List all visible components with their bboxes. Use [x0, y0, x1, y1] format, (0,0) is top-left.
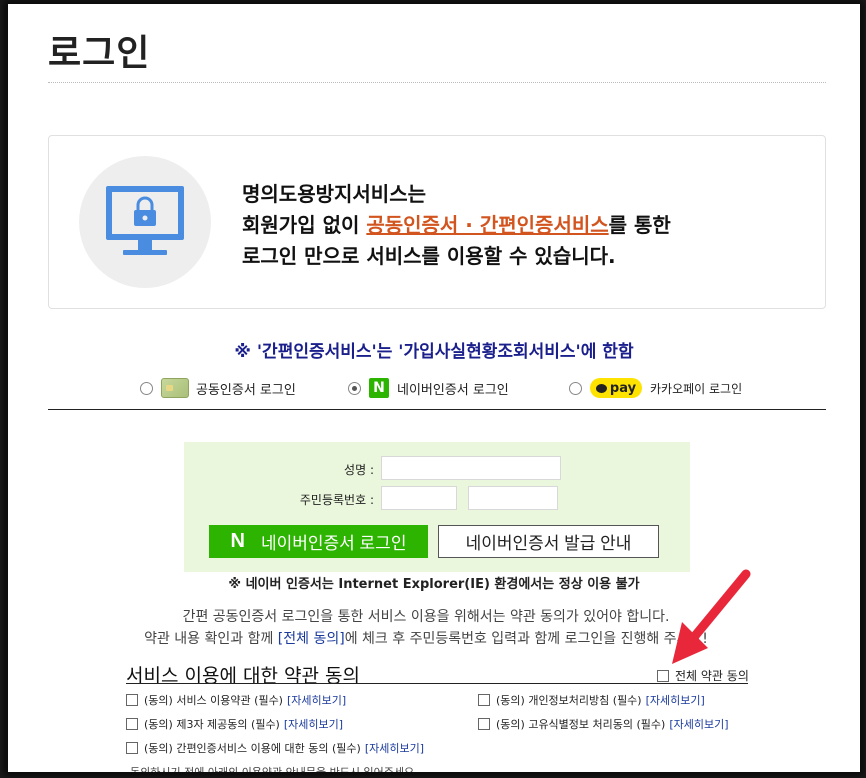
term-third-party-checkbox[interactable]	[126, 718, 138, 730]
info-line-2-post: 를 통한	[608, 213, 671, 237]
term-unique-id-label: (동의) 고유식별정보 처리동의 (필수)	[496, 718, 666, 731]
page-frame: 로그인 명의도용방지서비스는 회원가입 없이 공동인증서 · 간편인증서비스를 …	[8, 4, 860, 772]
naver-icon: N	[369, 378, 389, 398]
info-highlight: 공동인증서 · 간편인증서비스	[366, 213, 609, 237]
radio-kakaopay[interactable]	[569, 381, 582, 395]
radio-certificate[interactable]	[140, 381, 153, 395]
terms-description: 간편 공동인증서 로그인을 통한 서비스 이용을 위해서는 약관 동의가 있어야…	[126, 606, 726, 650]
terms-desc-line-2-pre: 약관 내용 확인과 함께	[144, 631, 278, 647]
info-line-2-pre: 회원가입 없이	[242, 213, 367, 237]
option-kakaopay-label: 카카오페이 로그인	[650, 381, 743, 396]
radio-naver[interactable]	[348, 381, 361, 395]
term-simple-auth[interactable]: (동의) 간편인증서비스 이용에 대한 동의 (필수) [자세히보기]	[126, 740, 424, 756]
term-unique-id-checkbox[interactable]	[478, 718, 490, 730]
section-divider	[48, 409, 826, 410]
option-certificate-label: 공동인증서 로그인	[196, 382, 296, 398]
info-line-3: 로그인 만으로 서비스를 이용할 수 있습니다.	[242, 244, 616, 268]
term-simple-auth-detail-link[interactable]: [자세히보기]	[365, 740, 424, 756]
naver-login-button-label: 네이버인증서 로그인	[260, 534, 407, 553]
red-arrow-icon	[672, 569, 751, 664]
option-naver-label: 네이버인증서 로그인	[397, 382, 509, 398]
terms-desc-line-1: 간편 공동인증서 로그인을 통한 서비스 이용을 위해서는 약관 동의가 있어야…	[182, 609, 670, 625]
naver-login-button[interactable]: N 네이버인증서 로그인	[209, 525, 428, 558]
term-privacy-detail-link[interactable]: [자세히보기]	[646, 692, 705, 708]
rrn-label: 주민등록번호 :	[299, 493, 374, 507]
term-simple-auth-checkbox[interactable]	[126, 742, 138, 754]
kakaopay-icon: pay	[590, 378, 642, 398]
info-box: 명의도용방지서비스는 회원가입 없이 공동인증서 · 간편인증서비스를 통한 로…	[48, 135, 826, 309]
title-divider	[48, 82, 826, 83]
term-privacy-checkbox[interactable]	[478, 694, 490, 706]
term-service[interactable]: (동의) 서비스 이용약관 (필수) [자세히보기]	[126, 692, 346, 708]
page-title: 로그인	[48, 33, 151, 74]
term-third-party-detail-link[interactable]: [자세히보기]	[284, 716, 343, 732]
monitor-lock-icon	[79, 156, 211, 288]
terms-cut-notice: 동의하시기 전에 아래의 이용약관 안내문을 반드시 읽어주세요.	[130, 764, 418, 772]
terms-desc-line-2-post: 에 체크 후 주민등록번호 입력과 함께 로그인을 진행해 주세요!	[344, 631, 708, 647]
option-naver-login[interactable]: N 네이버인증서 로그인	[348, 376, 509, 400]
term-third-party[interactable]: (동의) 제3자 제공동의 (필수) [자세히보기]	[126, 716, 343, 732]
info-line-1: 명의도용방지서비스는	[242, 182, 426, 206]
kakao-bubble-icon	[595, 383, 607, 393]
option-kakaopay-login[interactable]: pay 카카오페이 로그인	[569, 376, 742, 400]
name-input[interactable]	[381, 456, 561, 480]
term-unique-id[interactable]: (동의) 고유식별정보 처리동의 (필수) [자세히보기]	[478, 716, 729, 732]
terms-desc-line-2: 약관 내용 확인과 함께 [전체 동의]에 체크 후 주민등록번호 입력과 함께…	[126, 628, 726, 650]
naver-n-icon: N	[230, 530, 245, 552]
agree-all-link[interactable]: [전체 동의]	[278, 631, 345, 647]
certificate-card-icon	[161, 378, 189, 398]
term-simple-auth-label: (동의) 간편인증서비스 이용에 대한 동의 (필수)	[144, 742, 361, 755]
term-unique-id-detail-link[interactable]: [자세히보기]	[669, 716, 728, 732]
option-certificate-login[interactable]: 공동인증서 로그인	[140, 376, 296, 400]
login-method-options: 공동인증서 로그인 N 네이버인증서 로그인 pay 카카오페이 로그인	[48, 376, 826, 402]
term-service-label: (동의) 서비스 이용약관 (필수)	[144, 694, 283, 707]
simple-auth-notice: ※ '간편인증서비스'는 '가입사실현황조회서비스'에 한함	[234, 342, 634, 362]
name-label: 성명 :	[344, 463, 374, 477]
kakaopay-icon-text: pay	[609, 380, 637, 396]
term-third-party-label: (동의) 제3자 제공동의 (필수)	[144, 718, 280, 731]
naver-login-form: 성명 : 주민등록번호 : N 네이버인증서 로그인 네이버인증서 발급 안내	[184, 442, 690, 572]
rrn-second-input[interactable]	[468, 486, 558, 510]
naver-guide-button[interactable]: 네이버인증서 발급 안내	[438, 525, 659, 558]
term-privacy-label: (동의) 개인정보처리방침 (필수)	[496, 694, 642, 707]
term-privacy[interactable]: (동의) 개인정보처리방침 (필수) [자세히보기]	[478, 692, 705, 708]
term-service-detail-link[interactable]: [자세히보기]	[287, 692, 346, 708]
rrn-first-input[interactable]	[381, 486, 457, 510]
term-service-checkbox[interactable]	[126, 694, 138, 706]
terms-divider	[126, 683, 748, 684]
info-text: 명의도용방지서비스는 회원가입 없이 공동인증서 · 간편인증서비스를 통한 로…	[242, 179, 671, 272]
info-line-2: 회원가입 없이 공동인증서 · 간편인증서비스를 통한	[242, 210, 671, 241]
